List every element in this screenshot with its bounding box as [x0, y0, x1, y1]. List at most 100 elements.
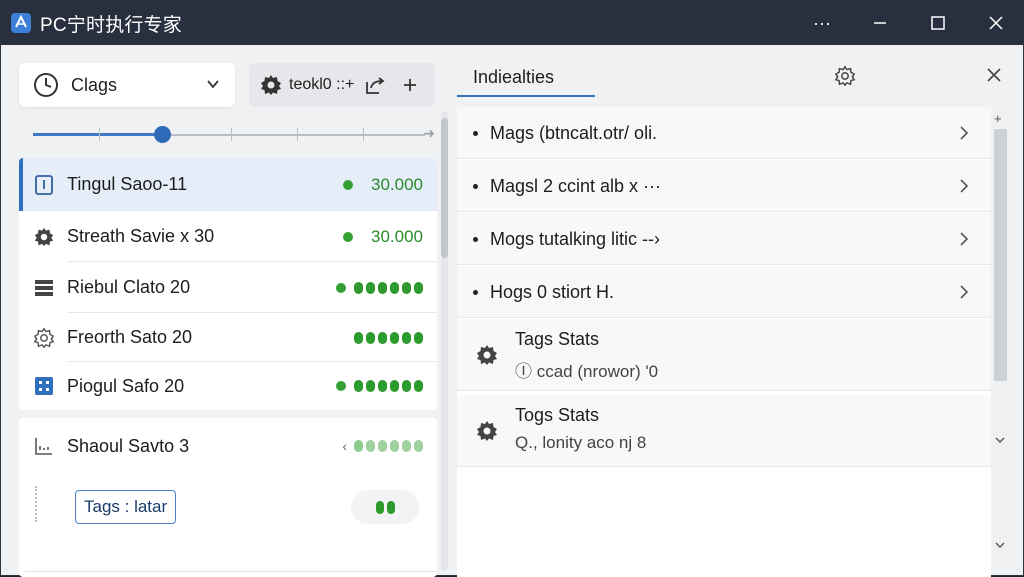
toolbar-label[interactable]: teokl0 ::+ — [289, 76, 354, 94]
more-options-button[interactable]: ··· — [793, 1, 851, 45]
app-window: PC宁时执行专家 ··· Clags teokl0::+ ➜ Tingul S… — [0, 0, 1024, 577]
list-item[interactable]: Hogs 0 stiort H. — [457, 266, 991, 318]
status-pips — [354, 281, 423, 294]
detail-list: Mags (btncalt.otr/ oli. Magsl 2 ccint alb… — [457, 107, 991, 577]
close-icon — [989, 16, 1003, 30]
list-item[interactable]: Mags (btncalt.otr/ oli. — [457, 107, 991, 159]
list-item-label: Hogs 0 stiort H. — [490, 281, 615, 302]
slider-tick — [363, 128, 364, 141]
list-item[interactable]: Tingul Saoo-11 30.000 — [19, 158, 437, 211]
share-icon[interactable] — [364, 74, 386, 96]
list-item-label: Riebul Clato 20 — [67, 277, 191, 297]
status-pips — [354, 331, 423, 344]
close-panel-icon[interactable] — [986, 67, 1002, 83]
chevron-down-icon[interactable] — [993, 538, 1007, 552]
status-indicator — [336, 380, 423, 392]
maximize-icon — [931, 16, 945, 30]
status-pips — [375, 500, 395, 514]
plus-icon[interactable] — [402, 77, 418, 93]
card-label: Shaoul Savto 3 — [67, 435, 190, 456]
value-slider[interactable]: ➜ — [33, 123, 435, 147]
tags-button[interactable]: Tags : latar — [75, 490, 177, 524]
chevron-right-icon — [957, 124, 971, 147]
divider — [25, 571, 437, 577]
status-dot — [343, 179, 353, 190]
divider — [457, 211, 991, 212]
left-scrollbar-thumb[interactable] — [441, 118, 448, 258]
maximize-button[interactable] — [909, 1, 967, 45]
title-bar: PC宁时执行专家 ··· — [1, 1, 1024, 45]
stats-title: Togs Stats — [515, 405, 600, 425]
status-pips — [354, 380, 423, 392]
grid-icon — [33, 375, 55, 397]
gear-icon[interactable] — [259, 73, 283, 97]
window-title: PC宁时执行专家 — [40, 14, 182, 36]
app-logo-icon — [11, 13, 31, 33]
gear-icon — [475, 343, 499, 372]
list-item[interactable]: Streath Savie x 30 30.000 — [19, 211, 437, 262]
server-icon — [33, 277, 55, 299]
window-controls: ··· — [793, 1, 1024, 45]
list-item[interactable]: Mogs tutalking litic --› — [457, 213, 991, 265]
status-dot — [343, 231, 353, 242]
gear-icon — [475, 419, 499, 448]
category-dropdown[interactable]: Clags — [19, 63, 235, 107]
divider — [457, 317, 991, 318]
slider-arrow-icon: ➜ — [423, 125, 435, 141]
slider-tick — [231, 128, 232, 141]
list-item[interactable]: Shaoul Savto 3 ‹ — [19, 426, 437, 466]
info-icon — [33, 174, 55, 196]
status-dot — [336, 381, 346, 391]
list-item[interactable]: Magsl 2 ccint alb x ··· — [457, 160, 991, 212]
list-item[interactable]: Piogul Safo 20 — [19, 362, 437, 410]
stats-item[interactable]: Togs Stats Q., lonity aco nj 8 — [457, 395, 991, 467]
divider — [457, 264, 991, 265]
list-item-label: Tingul Saoo-11 — [67, 174, 188, 194]
divider — [457, 390, 991, 391]
right-scrollbar-thumb[interactable] — [994, 129, 1007, 381]
status-indicator — [336, 281, 423, 294]
item-list: Tingul Saoo-11 30.000 Streath Savie x 30 30… — [19, 158, 437, 410]
settings-gear-icon[interactable] — [834, 65, 856, 87]
bullet-icon — [473, 183, 478, 189]
secondary-card: Shaoul Savto 3 ‹ Tags : latar — [19, 418, 437, 577]
slider-thumb[interactable] — [154, 126, 172, 143]
slider-tick — [297, 128, 298, 141]
slider-fill — [33, 133, 163, 136]
list-item-label: Magsl 2 ccint alb x ··· — [490, 175, 662, 196]
list-item-label: Streath Savie x 30 — [67, 226, 215, 246]
close-window-button[interactable] — [967, 1, 1024, 45]
bullet-icon — [473, 289, 478, 295]
list-item[interactable]: Freorth Sato 20 — [19, 313, 437, 362]
slider-tick — [99, 128, 100, 141]
list-item-label: Mags (btncalt.otr/ oli. — [490, 122, 658, 143]
status-indicator — [354, 331, 423, 344]
scroll-up-icon[interactable]: + — [994, 111, 1002, 126]
bullet-icon — [473, 130, 478, 136]
status-value: 30.000 — [371, 226, 423, 246]
list-item[interactable]: Riebul Clato 20 — [19, 262, 437, 313]
stats-subtitle: Q., lonity aco nj 8 — [515, 433, 647, 452]
dotted-connector — [35, 486, 37, 522]
bullet-icon — [473, 236, 478, 242]
clock-icon — [34, 73, 58, 97]
status-pill[interactable] — [351, 490, 419, 524]
minimize-button[interactable] — [851, 1, 909, 45]
chevron-right-icon — [957, 283, 971, 306]
status-indicator: 30.000 — [343, 227, 423, 247]
list-item-label: Piogul Safo 20 — [67, 375, 185, 396]
chevron-down-icon[interactable] — [993, 433, 1007, 447]
status-value: 30.000 — [371, 174, 423, 194]
tab-indiealties[interactable]: Indiealties — [457, 59, 595, 97]
divider — [457, 158, 991, 159]
list-item-label: Freorth Sato 20 — [67, 327, 193, 347]
chevron-right-icon — [957, 177, 971, 200]
list-item-label: Mogs tutalking litic --› — [490, 228, 661, 249]
chart-icon — [35, 438, 52, 455]
dropdown-label: Clags — [71, 74, 118, 95]
stats-title: Tags Stats — [515, 329, 600, 349]
chevron-right-icon — [957, 230, 971, 253]
stats-item[interactable]: Tags Stats Ⓘ ccad (nrowor) '0 — [457, 319, 991, 391]
gear-icon — [33, 226, 55, 248]
collapse-arrow-icon[interactable]: ‹ — [342, 438, 347, 454]
